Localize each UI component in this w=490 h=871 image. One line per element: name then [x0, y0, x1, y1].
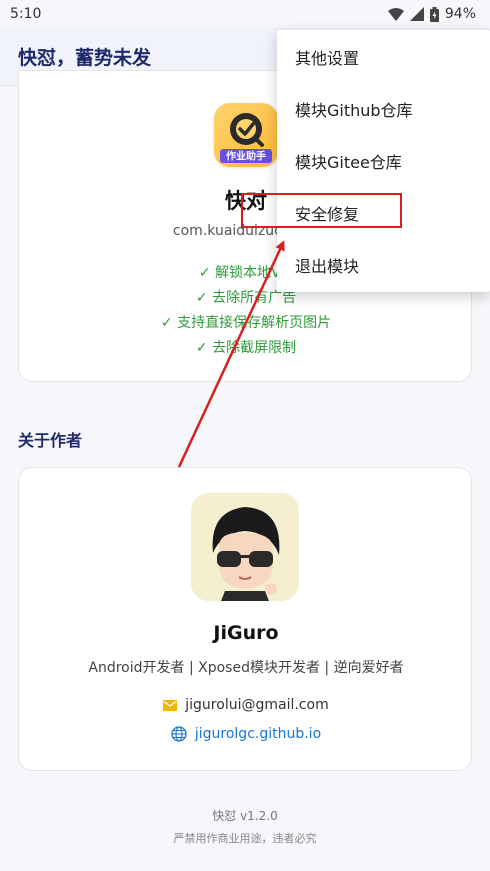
- status-icons: 94%: [387, 6, 476, 22]
- footer-version: 快怼 v1.2.0: [212, 809, 278, 823]
- author-name: JiGuro: [213, 622, 279, 644]
- author-email: jigurolui@gmail.com: [185, 697, 329, 713]
- app-icon-label: 作业助手: [226, 150, 266, 163]
- author-website-link[interactable]: jigurolgc.github.io: [19, 726, 473, 742]
- status-time: 5:10: [10, 6, 42, 22]
- menu-item-gitee-repo[interactable]: 模块Gitee仓库: [277, 135, 490, 187]
- battery-percent: 94%: [444, 6, 476, 22]
- feature-item: ✓ 支持直接保存解析页图片: [160, 315, 332, 331]
- menu-item-other-settings[interactable]: 其他设置: [277, 31, 490, 83]
- menu-item-exit-module[interactable]: 退出模块: [277, 239, 490, 291]
- overflow-menu: 其他设置 模块Github仓库 模块Gitee仓库 安全修复 退出模块: [277, 30, 490, 292]
- about-section-title: 关于作者: [18, 431, 83, 450]
- wifi-icon: [387, 7, 404, 21]
- menu-item-github-repo[interactable]: 模块Github仓库: [277, 83, 490, 135]
- author-email-row[interactable]: jigurolui@gmail.com: [19, 697, 473, 713]
- app-bar-title: 快怼，蓄势未发: [18, 47, 152, 69]
- author-card: JiGuro Android开发者 | Xposed模块开发者 | 逆向爱好者 …: [18, 467, 472, 771]
- highlight-annotation-box: [241, 193, 402, 228]
- globe-icon: [171, 726, 187, 742]
- author-description: Android开发者 | Xposed模块开发者 | 逆向爱好者: [88, 660, 404, 676]
- status-bar: 5:10 94%: [0, 0, 490, 28]
- battery-icon: [429, 6, 439, 22]
- author-avatar: [191, 493, 299, 601]
- author-website: jigurolgc.github.io: [194, 726, 322, 742]
- email-icon: [163, 699, 178, 711]
- signal-icon: [409, 7, 424, 21]
- footer-note: 严禁用作商业用途，违者必究: [173, 832, 317, 845]
- feature-item: ✓ 去除截屏限制: [195, 340, 297, 356]
- kuaidui-app-icon: 作业助手: [214, 103, 278, 167]
